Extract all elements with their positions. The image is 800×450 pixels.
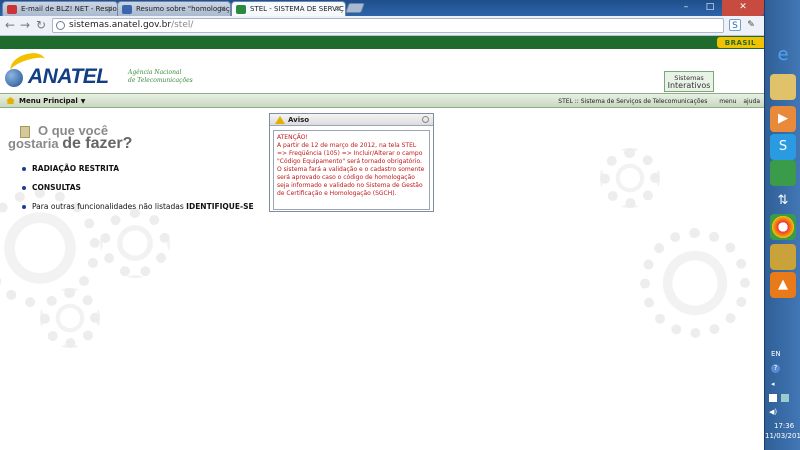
tab-resumo[interactable]: Resumo sobre "homologaç × <box>117 1 231 16</box>
main-menu-label: Menu Principal <box>19 97 78 105</box>
help-link[interactable]: ajuda <box>743 98 760 105</box>
window-controls: – □ ✕ <box>674 0 764 16</box>
systems-label-line2: Interativos <box>667 81 711 90</box>
option-label[interactable]: CONSULTAS <box>32 183 81 192</box>
tab-title: STEL - SISTEMA DE SERVIÇ <box>250 5 344 13</box>
windows-taskbar: e ▶ S ⇅ ▲ EN ? ◂ ◀) 17:36 11/03/2012 <box>764 0 800 450</box>
dialog-text: ATENÇÃO! A partir de 12 de março de 2012… <box>277 134 425 197</box>
menu-right: STEL :: Sistema de Serviços de Telecomun… <box>548 98 760 105</box>
background-gear-icon <box>640 228 750 338</box>
clock-date[interactable]: 11/03/2012 <box>765 432 800 440</box>
option-identifique-se: Para outras funcionalidades não listadas… <box>22 202 254 211</box>
question-line2a: gostaria <box>8 136 63 151</box>
reload-icon[interactable]: ↻ <box>36 18 46 32</box>
bullet-icon <box>22 186 26 190</box>
wrench-menu-icon[interactable]: ✎ <box>745 19 757 31</box>
close-tab-icon[interactable]: × <box>219 4 226 13</box>
skype-icon[interactable]: S <box>770 134 796 160</box>
gmail-icon <box>7 5 17 14</box>
explorer-folder-icon[interactable] <box>770 74 796 100</box>
back-icon[interactable]: ← <box>5 18 15 32</box>
tools-icon[interactable] <box>770 244 796 270</box>
clock-time[interactable]: 17:36 <box>774 422 794 430</box>
network-icon[interactable] <box>770 160 796 186</box>
option-consultas[interactable]: CONSULTAS <box>22 183 81 192</box>
close-icon[interactable] <box>422 116 429 123</box>
dialog-header[interactable]: Aviso <box>270 114 433 126</box>
background-gear-icon <box>100 208 170 278</box>
page-question: O que você gostaria de fazer? <box>8 124 188 152</box>
gov-bar: BRASIL <box>0 36 764 49</box>
main-menu-button[interactable]: Menu Principal ▼ <box>19 97 85 105</box>
bullet-icon <box>22 205 26 209</box>
background-gear-icon <box>40 288 100 348</box>
address-bar[interactable]: sistemas.anatel.gov.br/stel/ ☆ <box>52 18 774 33</box>
tab-title: E-mail de BLZ! NET - Respo <box>21 5 117 13</box>
network-tray-icon[interactable] <box>781 394 789 402</box>
bullet-icon <box>22 167 26 171</box>
internet-explorer-icon[interactable]: e <box>770 42 796 68</box>
minimize-button[interactable]: – <box>674 0 698 16</box>
menu-link[interactable]: menu <box>719 98 736 105</box>
logo-subtitle: Agência Nacional de Telecomunicações <box>128 69 193 85</box>
doc-icon <box>122 5 132 14</box>
background-gear-icon <box>600 148 660 208</box>
dialog-title: Aviso <box>288 116 310 124</box>
browser-toolbar: ← → ↻ sistemas.anatel.gov.br/stel/ ☆ S ✎ <box>0 16 774 36</box>
option-label[interactable]: RADIAÇÃO RESTRITA <box>32 164 119 173</box>
anatel-favicon-icon <box>236 5 246 14</box>
globe-icon <box>56 21 65 30</box>
home-icon[interactable] <box>6 97 15 104</box>
flag-icon[interactable] <box>769 394 777 402</box>
url-host: sistemas.anatel.gov.br <box>69 20 172 30</box>
url-path: /stel/ <box>171 20 194 30</box>
brasil-logo[interactable]: BRASIL <box>716 37 764 48</box>
browser-tab-strip: E-mail de BLZ! NET - Respo × Resumo sobr… <box>0 0 764 16</box>
identifique-se-link[interactable]: IDENTIFIQUE-SE <box>186 202 253 211</box>
close-tab-icon[interactable]: × <box>106 4 113 13</box>
system-name: STEL :: Sistema de Serviços de Telecomun… <box>558 98 708 105</box>
show-hidden-icons-icon[interactable]: ◂ <box>771 380 775 388</box>
forward-icon[interactable]: → <box>20 18 30 32</box>
close-window-button[interactable]: ✕ <box>722 0 764 16</box>
vlc-icon[interactable]: ▲ <box>770 272 796 298</box>
chrome-icon[interactable] <box>770 214 796 240</box>
transfer-icon[interactable]: ⇅ <box>770 188 796 214</box>
maximize-button[interactable]: □ <box>698 0 722 16</box>
logo-subtitle-line1: Agência Nacional <box>128 69 182 76</box>
logo-globe-icon <box>5 69 23 87</box>
question-line2b: de fazer? <box>62 135 133 152</box>
tab-title: Resumo sobre "homologaç <box>136 5 230 13</box>
logo-subtitle-line2: de Telecomunicações <box>128 77 193 84</box>
option-prefix: Para outras funcionalidades não listadas <box>32 202 187 211</box>
chevron-down-icon: ▼ <box>80 98 86 105</box>
close-tab-icon[interactable]: × <box>334 4 341 13</box>
help-icon[interactable]: ? <box>771 364 780 373</box>
skype-extension-icon[interactable]: S <box>729 19 741 31</box>
site-header: ANATEL Agência Nacional de Telecomunicaç… <box>0 48 764 93</box>
dialog-message: ATENÇÃO! A partir de 12 de março de 2012… <box>273 130 430 210</box>
sistemas-interativos-button[interactable]: Sistemas Interativos <box>664 71 714 92</box>
option-radiacao-restrita[interactable]: RADIAÇÃO RESTRITA <box>22 164 119 173</box>
tab-stel[interactable]: STEL - SISTEMA DE SERVIÇ × <box>231 1 346 16</box>
media-player-icon[interactable]: ▶ <box>770 106 796 132</box>
new-tab-button[interactable] <box>345 3 365 13</box>
language-indicator[interactable]: EN <box>771 350 781 358</box>
aviso-dialog: Aviso ATENÇÃO! A partir de 12 de março d… <box>269 113 434 212</box>
volume-icon[interactable]: ◀) <box>769 408 777 416</box>
menu-bar: Menu Principal ▼ STEL :: Sistema de Servi… <box>0 93 764 108</box>
tab-email[interactable]: E-mail de BLZ! NET - Respo × <box>2 1 118 16</box>
warning-icon <box>275 116 285 124</box>
anatel-logo[interactable]: ANATEL <box>28 65 109 89</box>
